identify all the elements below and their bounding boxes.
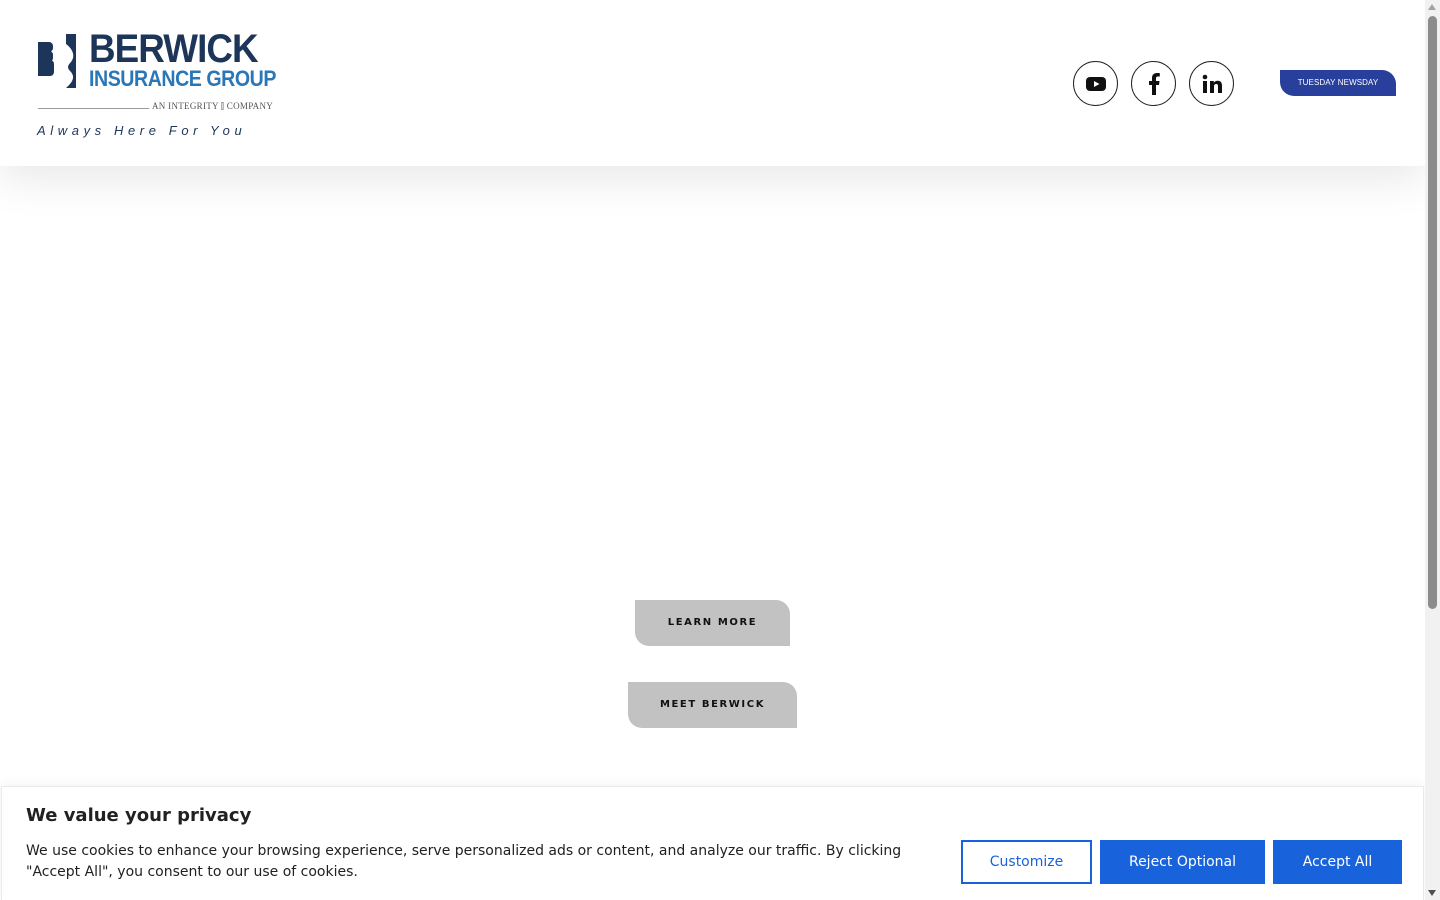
linkedin-link[interactable] bbox=[1189, 61, 1234, 106]
page-scrollbar[interactable] bbox=[1425, 0, 1440, 900]
logo-divider bbox=[38, 108, 149, 109]
youtube-icon bbox=[1085, 76, 1106, 91]
berwick-logo[interactable]: BERWICK INSURANCE GROUP AN INTEGRITY ⫿ C… bbox=[36, 27, 276, 142]
facebook-link[interactable] bbox=[1131, 61, 1176, 106]
logo-integrity-text: AN INTEGRITY ⫿ COMPANY bbox=[152, 101, 274, 111]
logo-subtitle: INSURANCE GROUP bbox=[89, 66, 276, 91]
berwick-b-mark-icon bbox=[38, 34, 76, 88]
site-header: BERWICK INSURANCE GROUP AN INTEGRITY ⫿ C… bbox=[0, 0, 1425, 166]
scroll-up-arrow-icon[interactable] bbox=[1428, 4, 1436, 10]
scrollbar-thumb[interactable] bbox=[1428, 16, 1437, 609]
page: BERWICK INSURANCE GROUP AN INTEGRITY ⫿ C… bbox=[0, 0, 1425, 900]
youtube-link[interactable] bbox=[1073, 61, 1118, 106]
customize-button[interactable]: Customize bbox=[961, 840, 1092, 884]
logo-tagline: Always Here For You bbox=[37, 123, 247, 138]
learn-more-button[interactable]: LEARN MORE bbox=[635, 600, 790, 646]
facebook-icon bbox=[1148, 72, 1160, 95]
linkedin-icon bbox=[1202, 74, 1222, 93]
scroll-down-arrow-icon[interactable] bbox=[1428, 890, 1436, 896]
reject-optional-button[interactable]: Reject Optional bbox=[1100, 840, 1265, 884]
meet-berwick-button[interactable]: MEET BERWICK bbox=[628, 682, 797, 728]
accept-all-button[interactable]: Accept All bbox=[1273, 840, 1402, 884]
tuesday-newsday-button[interactable]: TUESDAY NEWSDAY bbox=[1280, 70, 1396, 96]
cookie-title: We value your privacy bbox=[26, 805, 252, 826]
cookie-consent-banner: We value your privacy We use cookies to … bbox=[1, 786, 1424, 900]
cookie-description: We use cookies to enhance your browsing … bbox=[26, 843, 902, 880]
logo-name: BERWICK bbox=[89, 27, 259, 71]
